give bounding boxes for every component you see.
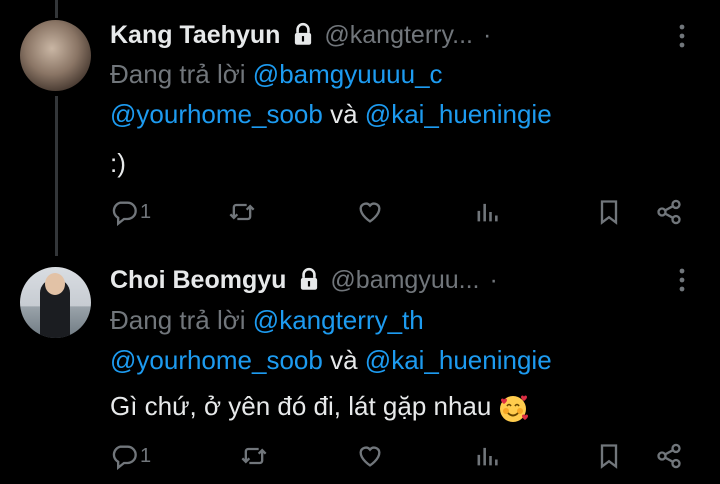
retweet-icon	[241, 447, 267, 465]
like-button[interactable]	[356, 198, 384, 226]
more-icon[interactable]	[670, 266, 694, 294]
tweet-2[interactable]: Choi Beomgyu @bamgyuu... · Đang trả lời …	[0, 250, 720, 484]
reply-icon	[112, 445, 137, 470]
action-bar: 1	[0, 442, 720, 472]
handle[interactable]: @bamgyuu...	[330, 266, 479, 295]
bookmark-icon	[600, 200, 618, 225]
mention-link[interactable]: @bamgyuuuu_c	[253, 59, 443, 89]
replying-prefix: Đang trả lời	[110, 305, 246, 335]
display-name[interactable]: Kang Taehyun	[110, 21, 280, 50]
share-icon	[657, 443, 681, 469]
views-button[interactable]	[473, 442, 501, 470]
tweet-header: Choi Beomgyu @bamgyuu... ·	[110, 262, 498, 298]
retweet-button[interactable]	[228, 198, 256, 226]
conjunction: và	[330, 345, 358, 375]
views-icon	[477, 447, 498, 466]
reply-count: 1	[140, 444, 152, 467]
handle[interactable]: @kangterry...	[324, 21, 473, 50]
display-name[interactable]: Choi Beomgyu	[110, 266, 286, 295]
mention-link[interactable]: @kangterry_th	[253, 305, 424, 335]
action-bar: 1	[0, 198, 720, 228]
views-icon	[477, 203, 498, 222]
bookmark-icon	[600, 444, 618, 469]
reply-button[interactable]: 1	[110, 198, 151, 226]
like-icon	[359, 446, 381, 467]
replying-prefix: Đang trả lời	[110, 59, 246, 89]
tweet-text: Gì chứ, ở yên đó đi, lát gặp nhau	[110, 391, 492, 421]
tweet-1[interactable]: Kang Taehyun @kangterry... · Đang trả lờ…	[0, 0, 720, 250]
smiling-face-with-hearts-icon	[500, 395, 529, 423]
lock-icon	[301, 267, 318, 290]
separator-dot: ·	[489, 265, 498, 294]
mention-link[interactable]: @yourhome_soob	[110, 99, 323, 129]
more-icon[interactable]	[670, 22, 694, 50]
retweet-button[interactable]	[240, 442, 268, 470]
bookmark-button[interactable]	[595, 442, 623, 470]
views-button[interactable]	[473, 198, 501, 226]
mention-link[interactable]: @yourhome_soob	[110, 345, 323, 375]
mention-link[interactable]: @kai_hueningie	[365, 345, 552, 375]
like-button[interactable]	[356, 442, 384, 470]
replying-to: Đang trả lời @bamgyuuuu_c	[110, 57, 443, 91]
replying-to: Đang trả lời @kangterry_th	[110, 303, 424, 337]
retweet-icon	[229, 203, 255, 221]
like-icon	[359, 202, 381, 223]
replying-to-line-2: @yourhome_soob và @kai_hueningie	[110, 97, 552, 131]
bookmark-button[interactable]	[595, 198, 623, 226]
share-icon	[657, 199, 681, 225]
reply-button[interactable]: 1	[110, 442, 151, 470]
share-button[interactable]	[655, 442, 683, 470]
reply-count: 1	[140, 200, 152, 223]
tweet-header: Kang Taehyun @kangterry... ·	[110, 17, 491, 53]
avatar[interactable]	[20, 20, 91, 91]
lock-icon	[295, 22, 312, 45]
reply-icon	[112, 201, 137, 226]
mention-link[interactable]: @kai_hueningie	[365, 99, 552, 129]
share-button[interactable]	[655, 198, 683, 226]
separator-dot: ·	[482, 20, 492, 49]
avatar-head	[45, 273, 65, 295]
avatar[interactable]	[20, 267, 91, 338]
tweet-text-line: Gì chứ, ở yên đó đi, lát gặp nhau	[110, 389, 529, 424]
conjunction: và	[330, 99, 358, 129]
tweet-text: :)	[110, 148, 126, 178]
replying-to-line-2: @yourhome_soob và @kai_hueningie	[110, 343, 552, 377]
